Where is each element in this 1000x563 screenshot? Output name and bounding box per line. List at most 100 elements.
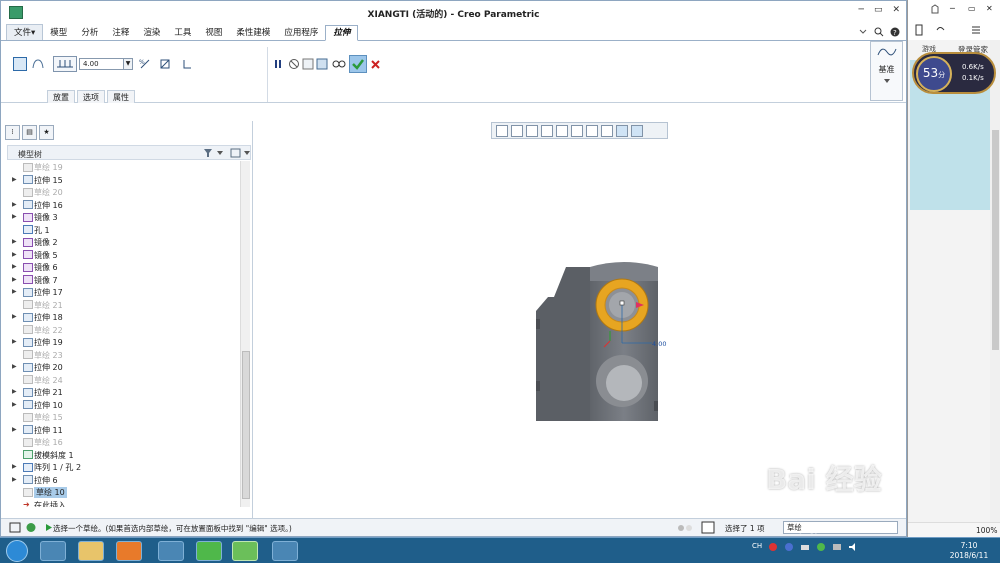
tree-item[interactable]: ▶ 拉伸 10 xyxy=(7,399,239,412)
ime-icon[interactable] xyxy=(768,542,778,552)
cancel-icon[interactable] xyxy=(370,59,381,70)
navigator-toggle-icon[interactable] xyxy=(9,522,21,533)
expand-arrow-icon[interactable]: ▶ xyxy=(12,201,17,208)
tree-item[interactable]: 草绘 22 xyxy=(7,324,239,337)
expand-arrow-icon[interactable]: ▶ xyxy=(12,338,17,345)
menu-flexible-modeling[interactable]: 柔性建模 xyxy=(229,26,277,40)
expand-arrow-icon[interactable]: ▶ xyxy=(12,401,17,408)
tree-scroll-thumb[interactable] xyxy=(242,351,250,499)
maximize-button[interactable]: ▭ xyxy=(874,5,883,15)
depth-type-button[interactable] xyxy=(53,56,77,72)
repaint-icon[interactable] xyxy=(541,124,553,137)
verify-glasses-icon[interactable] xyxy=(332,59,346,69)
expand-arrow-icon[interactable]: ▶ xyxy=(12,238,17,245)
tree-item[interactable]: 草绘 20 xyxy=(7,186,239,199)
zoom-level[interactable]: 100% xyxy=(976,526,997,535)
system-clock[interactable]: 7:10 2018/6/11 xyxy=(944,541,994,561)
expand-arrow-icon[interactable]: ▶ xyxy=(12,263,17,270)
network-tray-icon[interactable] xyxy=(832,542,842,552)
taskbar-media-icon[interactable] xyxy=(116,541,142,561)
start-button[interactable] xyxy=(6,540,28,562)
view-manager-icon[interactable] xyxy=(586,124,598,137)
tree-item[interactable]: ▶ 拉伸 19 xyxy=(7,336,239,349)
tree-item[interactable]: 草绘 16 xyxy=(7,436,239,449)
tree-item[interactable]: 草绘 15 xyxy=(7,411,239,424)
taskbar-creo-icon[interactable] xyxy=(232,541,258,561)
menu-annotate[interactable]: 注释 xyxy=(105,26,136,40)
browser-toggle-icon[interactable] xyxy=(25,522,37,533)
taskbar-security-icon[interactable] xyxy=(196,541,222,561)
minimize-button[interactable]: ─ xyxy=(859,5,864,15)
display-style-icon[interactable] xyxy=(556,124,568,137)
speed-widget[interactable]: 53分 0.6K/s 0.1K/s xyxy=(912,52,996,94)
tree-item[interactable]: 草绘 21 xyxy=(7,299,239,312)
folder-browser-tab-icon[interactable]: ▤ xyxy=(22,125,37,140)
menu-applications[interactable]: 应用程序 xyxy=(277,26,325,40)
tree-item[interactable]: ▶ 拉伸 11 xyxy=(7,424,239,437)
undo-icon[interactable] xyxy=(934,24,946,36)
refit-icon[interactable] xyxy=(496,124,508,137)
menu-file[interactable]: 文件▾ xyxy=(6,24,44,40)
tree-item[interactable]: ➜ 在此插入 xyxy=(7,499,239,507)
tree-item[interactable]: ▶ 拉伸 20 xyxy=(7,361,239,374)
chevron-down-icon[interactable]: ▼ xyxy=(123,59,132,69)
tree-item[interactable]: ▶ 镜像 3 xyxy=(7,211,239,224)
close-button[interactable]: ✕ xyxy=(892,5,900,15)
tree-item[interactable]: ▶ 拉伸 6 xyxy=(7,474,239,487)
remove-material-icon[interactable] xyxy=(159,58,171,70)
no-preview-icon[interactable] xyxy=(288,58,300,70)
menu-view[interactable]: 视图 xyxy=(198,26,229,40)
menu-icon[interactable] xyxy=(970,24,982,36)
taskbar-cloud-icon[interactable] xyxy=(158,541,184,561)
tree-item[interactable]: 草绘 24 xyxy=(7,374,239,387)
security-tray-icon[interactable] xyxy=(816,542,826,552)
language-indicator[interactable]: CH xyxy=(752,542,762,552)
tree-scrollbar[interactable] xyxy=(240,161,250,507)
expand-arrow-icon[interactable]: ▶ xyxy=(12,463,17,470)
confirm-button[interactable] xyxy=(349,55,367,73)
pause-icon[interactable] xyxy=(273,59,283,69)
tree-item[interactable]: ▶ 拉伸 18 xyxy=(7,311,239,324)
gearbox-model[interactable]: 4.00 xyxy=(524,261,674,431)
depth-dimension-label[interactable]: 4.00 xyxy=(652,340,666,348)
menu-extrude[interactable]: 拉伸 xyxy=(325,25,359,41)
expand-arrow-icon[interactable]: ▶ xyxy=(12,176,17,183)
side-scroll-thumb[interactable] xyxy=(992,130,999,350)
help-icon[interactable]: ? xyxy=(890,27,900,37)
side-minimize-button[interactable]: ─ xyxy=(950,4,955,13)
tree-settings-icon[interactable] xyxy=(230,148,252,158)
tree-filter-icon[interactable] xyxy=(203,148,227,158)
expand-arrow-icon[interactable]: ▶ xyxy=(12,288,17,295)
shirt-icon[interactable] xyxy=(930,4,940,14)
taskbar-explorer-icon[interactable] xyxy=(78,541,104,561)
thicken-sketch-icon[interactable] xyxy=(181,58,193,70)
side-close-button[interactable]: ✕ xyxy=(986,4,993,13)
tree-item[interactable]: ▶ 阵列 1 / 孔 2 xyxy=(7,461,239,474)
menu-tools[interactable]: 工具 xyxy=(167,26,198,40)
tree-item[interactable]: 草绘 10 xyxy=(7,486,239,499)
expand-arrow-icon[interactable]: ▶ xyxy=(12,213,17,220)
tree-item[interactable]: ▶ 拉伸 16 xyxy=(7,199,239,212)
saved-orientations-icon[interactable] xyxy=(571,124,583,137)
flip-direction-icon[interactable]: % xyxy=(139,58,151,70)
tree-item[interactable]: 孔 1 xyxy=(7,224,239,237)
menu-model[interactable]: 模型 xyxy=(43,26,74,40)
model-tree-tab-icon[interactable]: ⁞ xyxy=(5,125,20,140)
tree-item[interactable]: ▶ 拉伸 17 xyxy=(7,286,239,299)
tree-item[interactable]: ▶ 镜像 6 xyxy=(7,261,239,274)
tree-item[interactable]: ▶ 拉伸 21 xyxy=(7,386,239,399)
tree-item[interactable]: 草绘 23 xyxy=(7,349,239,362)
depth-value-input[interactable]: 4.00 ▼ xyxy=(79,58,133,70)
tree-item[interactable]: ▶ 拉伸 15 xyxy=(7,174,239,187)
attached-preview-icon[interactable] xyxy=(302,58,314,70)
keyboard-icon[interactable] xyxy=(800,542,810,552)
help-icon[interactable] xyxy=(784,542,794,552)
expand-arrow-icon[interactable]: ▶ xyxy=(12,426,17,433)
extrude-surface-icon[interactable] xyxy=(31,57,45,71)
tree-item[interactable]: ▶ 镜像 7 xyxy=(7,274,239,287)
annotation-display-icon[interactable] xyxy=(616,124,628,137)
expand-arrow-icon[interactable]: ▶ xyxy=(12,388,17,395)
search-icon[interactable] xyxy=(874,27,884,37)
minimize-ribbon-icon[interactable] xyxy=(858,27,868,37)
detached-preview-icon[interactable] xyxy=(316,58,328,70)
